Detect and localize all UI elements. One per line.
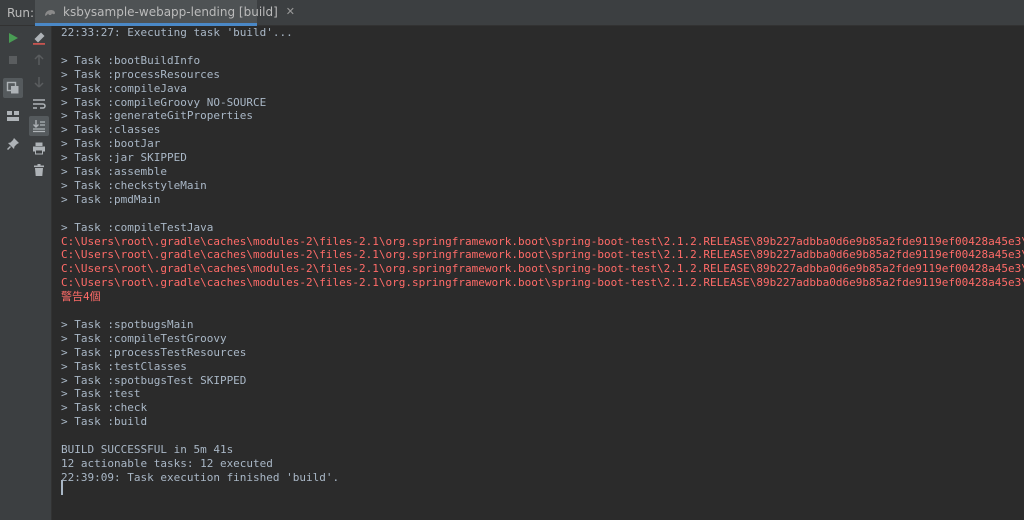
console-error-line: C:\Users\root\.gradle\caches\modules-2\f… bbox=[61, 234, 1024, 248]
text-caret bbox=[61, 480, 63, 495]
console-error-line: C:\Users\root\.gradle\caches\modules-2\f… bbox=[61, 248, 1024, 262]
console-output[interactable]: 22:33:27: Executing task 'build'... > Tas… bbox=[52, 26, 1024, 520]
scroll-to-end-icon[interactable] bbox=[29, 116, 49, 136]
console-line: BUILD SUCCESSFUL in 5m 41s bbox=[61, 443, 234, 456]
down-arrow-icon[interactable] bbox=[29, 72, 49, 92]
console-line: > Task :check bbox=[61, 401, 148, 415]
run-toolbar bbox=[0, 26, 26, 520]
tab-build[interactable]: ksbysample-webapp-lending [build] ✕ bbox=[35, 0, 295, 26]
console-line: > Task :compileTestJava bbox=[61, 220, 214, 234]
restore-layout-icon[interactable] bbox=[3, 78, 23, 98]
console-line: > Task :generateGitProperties bbox=[61, 109, 254, 123]
tab-label: ksbysample-webapp-lending [build] bbox=[63, 4, 278, 19]
run-icon[interactable] bbox=[3, 28, 23, 48]
close-icon[interactable]: ✕ bbox=[286, 5, 295, 18]
console-line: > Task :spotbugsTest SKIPPED bbox=[61, 373, 247, 387]
run-tool-window-header: Run: ksbysample-webapp-lending [build] ✕ bbox=[0, 0, 1024, 26]
console-line: > Task :checkstyleMain bbox=[61, 178, 207, 192]
console-line: > Task :test bbox=[61, 387, 141, 401]
console-line: 12 actionable tasks: 12 executed bbox=[61, 456, 273, 470]
stop-icon[interactable] bbox=[3, 50, 23, 70]
console-line: > Task :compileGroovy NO-SOURCE bbox=[61, 95, 267, 109]
console-line: > Task :processTestResources bbox=[61, 345, 247, 359]
console-line: > Task :compileTestGroovy bbox=[61, 331, 227, 345]
console-toolbar bbox=[26, 26, 52, 520]
console-line: 22:33:27: Executing task 'build'... bbox=[61, 26, 293, 39]
console-line: > Task :build bbox=[61, 415, 148, 429]
pin-icon[interactable] bbox=[3, 134, 23, 154]
trash-icon[interactable] bbox=[29, 160, 49, 180]
gradle-icon bbox=[43, 5, 57, 19]
console-line: > Task :testClasses bbox=[61, 359, 187, 373]
console-line: > Task :assemble bbox=[61, 165, 167, 178]
console-line: > Task :pmdMain bbox=[61, 192, 161, 206]
console-error-line: C:\Users\root\.gradle\caches\modules-2\f… bbox=[61, 262, 1024, 276]
console-error-line: 警告4個 bbox=[61, 290, 101, 304]
run-label: Run: bbox=[7, 6, 35, 20]
console-line: > Task :classes bbox=[61, 123, 161, 137]
console-line: > Task :spotbugsMain bbox=[61, 317, 194, 331]
console-line: > Task :compileJava bbox=[61, 81, 187, 95]
console-line: > Task :bootBuildInfo bbox=[61, 53, 201, 67]
soft-wrap-icon[interactable] bbox=[29, 94, 49, 114]
layout-icon[interactable] bbox=[3, 106, 23, 126]
print-icon[interactable] bbox=[29, 138, 49, 158]
console-error-line: C:\Users\root\.gradle\caches\modules-2\f… bbox=[61, 276, 1024, 290]
console-line: > Task :processResources bbox=[61, 67, 220, 81]
console-line: > Task :bootJar bbox=[61, 137, 161, 151]
clear-icon[interactable] bbox=[29, 28, 49, 48]
console-line: > Task :jar SKIPPED bbox=[61, 151, 187, 165]
console-line: 22:39:09: Task execution finished 'build… bbox=[61, 470, 340, 484]
up-arrow-icon[interactable] bbox=[29, 50, 49, 70]
